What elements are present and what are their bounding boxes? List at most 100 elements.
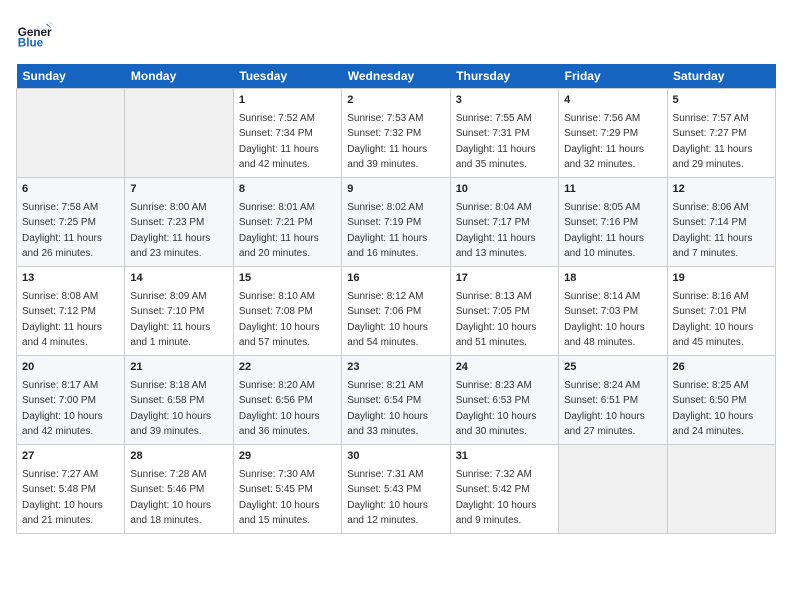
calendar-cell: 28 Sunrise: 7:28 AM Sunset: 5:46 PM Dayligh… [125, 444, 233, 533]
daylight-info: Daylight: 10 hours and 27 minutes. [564, 411, 645, 438]
logo-icon: General Blue [16, 16, 52, 52]
day-number: 31 [456, 449, 553, 465]
sunset-info: Sunset: 7:08 PM [239, 306, 313, 317]
calendar-cell [17, 89, 125, 178]
calendar-cell: 6Sunrise: 7:58 AMSunset: 7:25 PMDaylight… [17, 177, 125, 266]
day-number: 25 [564, 360, 661, 376]
calendar-cell: 31 Sunrise: 7:32 AM Sunset: 5:42 PM Dayligh… [450, 444, 558, 533]
sunrise-info: Sunrise: 8:23 AM [456, 380, 532, 391]
sunrise-info: Sunrise: 8:13 AM [456, 291, 532, 302]
sunset-info: Sunset: 7:16 PM [564, 217, 638, 228]
col-header-wednesday: Wednesday [342, 64, 450, 89]
sunset-info: Sunset: 7:06 PM [347, 306, 421, 317]
svg-text:Blue: Blue [18, 37, 44, 50]
sunrise-info: Sunrise: 7:32 AM [456, 469, 532, 480]
daylight-info: Daylight: 10 hours and 15 minutes. [239, 500, 320, 527]
daylight-info: Daylight: 10 hours and 24 minutes. [673, 411, 754, 438]
daylight-info: Daylight: 11 hours and 10 minutes. [564, 233, 644, 260]
sunrise-info: Sunrise: 8:04 AM [456, 202, 532, 213]
sunrise-info: Sunrise: 8:24 AM [564, 380, 640, 391]
sunset-info: Sunset: 6:56 PM [239, 395, 313, 406]
calendar-cell: 4Sunrise: 7:56 AMSunset: 7:29 PMDaylight… [559, 89, 667, 178]
sunrise-info: Sunrise: 7:30 AM [239, 469, 315, 480]
daylight-info: Daylight: 11 hours and 13 minutes. [456, 233, 536, 260]
day-number: 28 [130, 449, 227, 465]
sunrise-info: Sunrise: 7:56 AM [564, 113, 640, 124]
sunrise-info: Sunrise: 8:20 AM [239, 380, 315, 391]
day-number: 10 [456, 182, 553, 198]
sunset-info: Sunset: 7:17 PM [456, 217, 530, 228]
calendar-cell: 13Sunrise: 8:08 AMSunset: 7:12 PMDayligh… [17, 266, 125, 355]
col-header-monday: Monday [125, 64, 233, 89]
daylight-info: Daylight: 11 hours and 20 minutes. [239, 233, 319, 260]
calendar-cell: 17Sunrise: 8:13 AMSunset: 7:05 PMDayligh… [450, 266, 558, 355]
sunset-info: Sunset: 7:12 PM [22, 306, 96, 317]
calendar-cell: 30Sunrise: 7:31 AMSunset: 5:43 PMDayligh… [342, 444, 450, 533]
calendar-cell: 29Sunrise: 7:30 AMSunset: 5:45 PMDayligh… [233, 444, 341, 533]
logo: General Blue [16, 16, 56, 52]
day-number: 21 [130, 360, 227, 376]
daylight-info: Daylight: 11 hours and 26 minutes. [22, 233, 102, 260]
day-number: 20 [22, 360, 119, 376]
day-number: 14 [130, 271, 227, 287]
daylight-info: Daylight: 11 hours and 35 minutes. [456, 144, 536, 171]
sunset-info: Sunset: 5:48 PM [22, 484, 96, 495]
daylight-info: Daylight: 10 hours and 42 minutes. [22, 411, 103, 438]
daylight-info: Daylight: 10 hours and 18 minutes. [130, 500, 211, 527]
sunrise-info: Sunrise: 8:10 AM [239, 291, 315, 302]
day-number: 6 [22, 182, 119, 198]
daylight-info: Daylight: 10 hours and 45 minutes. [673, 322, 754, 349]
sunset-info: Sunset: 7:00 PM [22, 395, 96, 406]
day-number: 13 [22, 271, 119, 287]
day-number: 15 [239, 271, 336, 287]
day-number: 11 [564, 182, 661, 198]
page-header: General Blue [16, 16, 776, 52]
sunrise-info: Sunrise: 8:08 AM [22, 291, 98, 302]
sunset-info: Sunset: 7:10 PM [130, 306, 204, 317]
sunrise-info: Sunrise: 8:05 AM [564, 202, 640, 213]
sunset-info: Sunset: 5:45 PM [239, 484, 313, 495]
sunrise-info: Sunrise: 7:57 AM [673, 113, 749, 124]
sunset-info: Sunset: 5:43 PM [347, 484, 421, 495]
sunrise-info: Sunrise: 8:17 AM [22, 380, 98, 391]
sunrise-info: Sunrise: 7:53 AM [347, 113, 423, 124]
sunrise-info: Sunrise: 7:28 AM [130, 469, 206, 480]
calendar-cell: 10 Sunrise: 8:04 AM Sunset: 7:17 PM Dayligh… [450, 177, 558, 266]
daylight-info: Daylight: 10 hours and 12 minutes. [347, 500, 428, 527]
sunset-info: Sunset: 7:34 PM [239, 128, 313, 139]
calendar-cell: 14Sunrise: 8:09 AMSunset: 7:10 PMDayligh… [125, 266, 233, 355]
sunset-info: Sunset: 6:58 PM [130, 395, 204, 406]
day-number: 3 [456, 93, 553, 109]
sunset-info: Sunset: 7:29 PM [564, 128, 638, 139]
col-header-thursday: Thursday [450, 64, 558, 89]
sunset-info: Sunset: 5:42 PM [456, 484, 530, 495]
daylight-info: Daylight: 11 hours and 7 minutes. [673, 233, 753, 260]
calendar-cell: 21Sunrise: 8:18 AMSunset: 6:58 PMDayligh… [125, 355, 233, 444]
sunset-info: Sunset: 7:14 PM [673, 217, 747, 228]
daylight-info: Daylight: 10 hours and 9 minutes. [456, 500, 537, 527]
daylight-info: Daylight: 11 hours and 23 minutes. [130, 233, 210, 260]
calendar-cell: 12Sunrise: 8:06 AMSunset: 7:14 PMDayligh… [667, 177, 775, 266]
day-number: 16 [347, 271, 444, 287]
sunrise-info: Sunrise: 8:18 AM [130, 380, 206, 391]
daylight-info: Daylight: 11 hours and 39 minutes. [347, 144, 427, 171]
daylight-info: Daylight: 11 hours and 1 minute. [130, 322, 210, 349]
sunset-info: Sunset: 6:50 PM [673, 395, 747, 406]
day-number: 7 [130, 182, 227, 198]
sunset-info: Sunset: 6:54 PM [347, 395, 421, 406]
day-number: 8 [239, 182, 336, 198]
day-number: 12 [673, 182, 770, 198]
day-number: 9 [347, 182, 444, 198]
sunset-info: Sunset: 5:46 PM [130, 484, 204, 495]
calendar-cell: 15Sunrise: 8:10 AMSunset: 7:08 PMDayligh… [233, 266, 341, 355]
col-header-friday: Friday [559, 64, 667, 89]
sunset-info: Sunset: 7:32 PM [347, 128, 421, 139]
daylight-info: Daylight: 11 hours and 42 minutes. [239, 144, 319, 171]
col-header-saturday: Saturday [667, 64, 775, 89]
sunset-info: Sunset: 7:19 PM [347, 217, 421, 228]
day-number: 24 [456, 360, 553, 376]
daylight-info: Daylight: 10 hours and 51 minutes. [456, 322, 537, 349]
day-number: 26 [673, 360, 770, 376]
sunrise-info: Sunrise: 8:00 AM [130, 202, 206, 213]
sunrise-info: Sunrise: 8:01 AM [239, 202, 315, 213]
